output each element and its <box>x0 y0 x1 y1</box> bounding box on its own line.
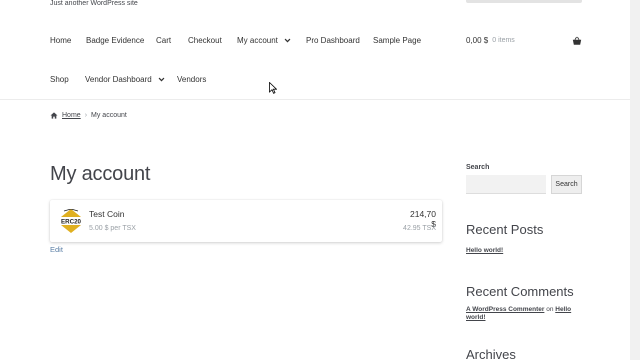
sidebar-search-input[interactable] <box>466 175 546 194</box>
nav-item-pro-dashboard[interactable]: Pro Dashboard <box>306 36 360 45</box>
mouse-cursor-icon <box>269 82 277 94</box>
nav-vendors-link[interactable]: Vendors <box>177 75 206 84</box>
nav-home-link[interactable]: Home <box>50 36 71 45</box>
comment-author-link[interactable]: A WordPress Commenter <box>466 306 544 313</box>
nav-pro-dashboard-link[interactable]: Pro Dashboard <box>306 36 360 45</box>
breadcrumb: Home › My account <box>50 112 127 119</box>
cart-item-count[interactable]: 0 items <box>492 37 515 44</box>
home-icon <box>50 112 58 119</box>
nav-item-vendor-dashboard[interactable]: Vendor Dashboard <box>85 75 165 84</box>
nav-item-vendors[interactable]: Vendors <box>177 75 206 84</box>
token-name: Test Coin <box>89 209 125 219</box>
token-amount: 42.95 TSX <box>403 225 436 232</box>
page-title: My account <box>50 163 151 185</box>
token-price: 5.00 $ per TSX <box>89 225 136 232</box>
nav-item-shop[interactable]: Shop <box>50 75 69 84</box>
recent-posts-title: Recent Posts <box>466 222 544 237</box>
nav-cart-link[interactable]: Cart <box>156 36 171 45</box>
nav-sample-page-link[interactable]: Sample Page <box>373 36 421 45</box>
erc20-token-logo: ERC20 <box>60 209 82 233</box>
nav-my-account-link[interactable]: My account <box>237 36 278 45</box>
site-tagline: Just another WordPress site <box>50 0 138 7</box>
page-scrollbar[interactable] <box>630 0 640 360</box>
nav-vendor-dashboard-link[interactable]: Vendor Dashboard <box>85 75 152 84</box>
nav-item-my-account[interactable]: My account <box>237 36 291 45</box>
logo-text: ERC20 <box>61 218 82 225</box>
breadcrumb-separator: › <box>84 112 88 119</box>
header-divider <box>0 99 640 100</box>
nav-shop-link[interactable]: Shop <box>50 75 69 84</box>
recent-comment-item: A WordPress Commenter on Hello world! <box>466 306 582 322</box>
header-cart[interactable]: 0,00 $ 0 items <box>466 36 515 45</box>
nav-checkout-link[interactable]: Checkout <box>188 36 222 45</box>
nav-item-cart[interactable]: Cart <box>156 36 171 45</box>
edit-link[interactable]: Edit <box>50 245 63 254</box>
recent-comments-title: Recent Comments <box>466 284 574 299</box>
sidebar-search-button[interactable]: Search <box>551 175 582 194</box>
chevron-down-icon[interactable] <box>284 37 291 44</box>
recent-post-link[interactable]: Hello world! <box>466 247 503 254</box>
comment-on-text: on <box>546 306 554 313</box>
nav-item-home[interactable]: Home <box>50 36 71 45</box>
breadcrumb-home-link[interactable]: Home <box>62 112 81 119</box>
token-card <box>50 200 442 242</box>
chevron-down-icon[interactable] <box>158 76 165 83</box>
basket-icon[interactable] <box>572 36 582 46</box>
header-search-edge[interactable] <box>466 0 582 3</box>
nav-badge-evidence-link[interactable]: Badge Evidence <box>86 36 144 45</box>
cart-total-amount[interactable]: 0,00 $ <box>466 36 488 45</box>
breadcrumb-current: My account <box>91 112 127 119</box>
sidebar-search-label: Search <box>466 164 490 171</box>
nav-item-sample-page[interactable]: Sample Page <box>373 36 421 45</box>
nav-item-badge-evidence[interactable]: Badge Evidence <box>86 36 144 45</box>
nav-item-checkout[interactable]: Checkout <box>188 36 222 45</box>
